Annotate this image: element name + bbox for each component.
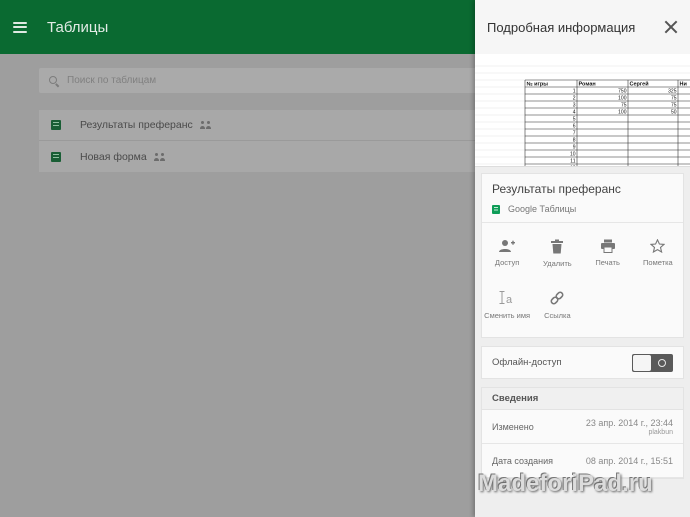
watermark: MadeforiPad.ru (478, 470, 653, 497)
print-label: Печать (595, 258, 620, 267)
preview-header-cell: № игры (527, 82, 549, 88)
preview-cell: 750 (618, 89, 627, 95)
link-button[interactable]: Ссылка (532, 279, 582, 331)
preview-cell: 325 (668, 89, 677, 95)
preview-cell: 10 (570, 152, 576, 158)
add-person-icon (499, 240, 516, 252)
preview-cell: 8 (573, 138, 576, 144)
search-icon (49, 75, 59, 86)
preview-cell: 75 (621, 103, 627, 109)
preview-cell: 75 (671, 103, 677, 109)
preview-cell: 3 (573, 103, 576, 109)
list-item[interactable]: Результаты преферанс (39, 110, 479, 141)
preview-cell: 4 (573, 110, 576, 116)
star-icon (650, 239, 666, 253)
modified-by: plakbun (648, 428, 673, 436)
preview-cell: 6 (573, 124, 576, 130)
offline-label: Офлайн-доступ (492, 357, 562, 368)
preview-header-cell: Роман (579, 82, 596, 88)
details-panel: Подробная информация № игры Роман Сергей Ни… (475, 0, 690, 517)
preview-cell: 100 (618, 96, 627, 102)
preview-header-cell: Ни (680, 82, 687, 88)
panel-title: Подробная информация (487, 19, 636, 35)
star-label: Пометка (643, 258, 673, 267)
spreadsheet-icon (51, 151, 61, 162)
document-preview[interactable]: № игры Роман Сергей Ни 1 750 325 2 100 75 3 75 75 4 10… (475, 54, 690, 167)
preview-cell: 11 (570, 159, 575, 165)
menu-icon[interactable] (13, 21, 27, 33)
modified-value: 23 апр. 2014 г., 23:44 (585, 417, 673, 428)
info-card: Сведения Изменено 23 апр. 2014 г., 23:44… (481, 387, 684, 479)
spreadsheet-icon (51, 120, 61, 130)
search-input[interactable]: Поиск по таблицам (67, 75, 156, 86)
delete-button[interactable]: Удалить (532, 227, 582, 279)
close-icon[interactable] (664, 20, 678, 34)
created-value: 08 апр. 2014 г., 15:51 (585, 455, 673, 466)
svg-text:a: a (506, 294, 513, 306)
preview-cell: 50 (671, 110, 677, 116)
print-button[interactable]: Печать (583, 227, 633, 279)
trash-icon (551, 239, 564, 253)
link-label: Ссылка (544, 311, 571, 320)
offline-access-row: Офлайн-доступ (481, 346, 684, 379)
rename-text-icon: a (499, 291, 513, 306)
preview-spreadsheet: № игры Роман Сергей Ни1 750 3252 100 753 75 754 10… (475, 65, 690, 168)
document-title: Результаты преферанс (492, 182, 621, 196)
preview-cell: 5 (573, 117, 576, 123)
preview-cell: 1 (573, 89, 576, 95)
shared-people-icon (153, 152, 166, 161)
search-bar[interactable]: Поиск по таблицам (39, 68, 479, 93)
toggle-knob (633, 354, 651, 371)
offline-toggle[interactable] (632, 353, 673, 372)
action-grid: Доступ Удалить Печать Пометка a Сменить … (482, 223, 683, 337)
app-title: Таблицы (47, 18, 109, 36)
list-item[interactable]: Новая форма (39, 141, 479, 172)
rename-label: Сменить имя (484, 311, 531, 320)
file-name: Результаты преферанс (80, 119, 193, 131)
panel-header: Подробная информация (475, 0, 690, 54)
google-sheets-icon (492, 204, 500, 214)
document-type: Google Таблицы (508, 204, 577, 214)
preview-cell: 7 (573, 131, 576, 137)
rename-button[interactable]: a Сменить имя (482, 279, 532, 331)
file-name: Новая форма (80, 150, 147, 163)
shared-people-icon (199, 121, 212, 129)
preview-cell: 100 (618, 110, 627, 116)
share-button[interactable]: Доступ (482, 227, 532, 279)
share-label: Доступ (494, 258, 520, 267)
info-row-modified: Изменено 23 апр. 2014 г., 23:44 plakbun (482, 410, 683, 444)
preview-cell: 2 (573, 96, 576, 102)
preview-header-cell: Сергей (630, 81, 649, 88)
preview-cell: 75 (671, 96, 677, 102)
document-card: Результаты преферанс Google Таблицы Дост… (481, 173, 684, 338)
file-list: Результаты преферанс Новая форма (39, 110, 479, 172)
toggle-off-icon (658, 358, 666, 367)
printer-icon (600, 239, 615, 253)
preview-cell: 12 (570, 166, 576, 168)
modified-label: Изменено (492, 421, 534, 432)
created-label: Дата создания (492, 455, 553, 466)
info-title: Сведения (482, 388, 683, 410)
star-button[interactable]: Пометка (633, 227, 683, 279)
delete-label: Удалить (543, 258, 572, 268)
link-icon (550, 291, 564, 305)
preview-cell: 9 (573, 145, 576, 151)
